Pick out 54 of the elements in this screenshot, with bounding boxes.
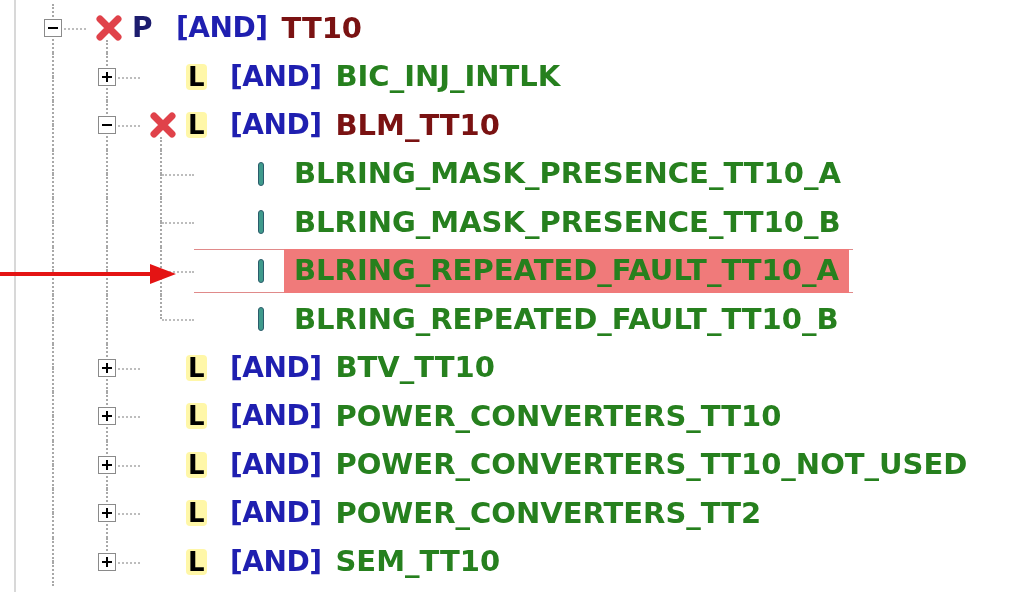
node-name: SEM_TT10 bbox=[334, 543, 502, 580]
tree-row[interactable]: L [AND] SEM_TT10 bbox=[140, 539, 515, 584]
operator-label: [AND] bbox=[230, 398, 322, 435]
operator-label: [AND] bbox=[230, 543, 322, 580]
leaf-bar-icon bbox=[258, 307, 264, 332]
cross-icon bbox=[149, 111, 177, 140]
node-name: BTV_TT10 bbox=[334, 349, 496, 386]
tree-row[interactable]: L [AND] POWER_CONVERTERS_TT10 bbox=[140, 394, 796, 439]
operator-label: [AND] bbox=[230, 58, 322, 95]
node-name: BIC_INJ_INTLK bbox=[334, 58, 562, 95]
node-name: TT10 bbox=[280, 9, 364, 47]
cross-icon bbox=[95, 14, 123, 43]
node-name: POWER_CONVERTERS_TT2 bbox=[334, 494, 763, 532]
type-letter: L bbox=[186, 548, 207, 575]
type-letter: L bbox=[186, 451, 207, 478]
node-name: BLRING_MASK_PRESENCE_TT10_B bbox=[293, 203, 842, 241]
operator-label: [AND] bbox=[230, 495, 322, 532]
type-letter: L bbox=[186, 63, 207, 90]
operator-label: [AND] bbox=[230, 349, 322, 386]
node-name: POWER_CONVERTERS_TT10 bbox=[334, 397, 783, 435]
node-name: BLRING_REPEATED_FAULT_TT10_A bbox=[284, 249, 849, 293]
tree-row[interactable]: L [AND] BLM_TT10 bbox=[140, 103, 514, 148]
type-letter: L bbox=[186, 354, 207, 381]
type-letter: L bbox=[186, 112, 207, 139]
pointer-arrow-icon bbox=[0, 262, 176, 286]
leaf-bar-icon bbox=[258, 161, 264, 186]
type-letter: L bbox=[186, 500, 207, 527]
tree-row[interactable]: L [AND] BIC_INJ_INTLK bbox=[140, 54, 575, 99]
tree-row[interactable]: BLRING_REPEATED_FAULT_TT10_B bbox=[194, 297, 853, 342]
expand-toggle[interactable] bbox=[98, 455, 116, 474]
node-name: BLM_TT10 bbox=[334, 106, 501, 144]
tree-row[interactable]: L [AND] POWER_CONVERTERS_TT2 bbox=[140, 491, 776, 536]
type-letter: P bbox=[132, 14, 153, 43]
collapse-toggle[interactable] bbox=[44, 19, 62, 38]
tree-row[interactable]: L [AND] BTV_TT10 bbox=[140, 345, 509, 390]
tree-row[interactable]: BLRING_MASK_PRESENCE_TT10_B bbox=[194, 200, 855, 245]
tree-row[interactable]: L [AND] POWER_CONVERTERS_TT10_NOT_USED bbox=[140, 442, 982, 487]
operator-label: [AND] bbox=[176, 10, 268, 47]
leaf-bar-icon bbox=[258, 210, 264, 235]
expand-toggle[interactable] bbox=[98, 552, 116, 571]
leaf-bar-icon bbox=[258, 258, 264, 283]
node-name: POWER_CONVERTERS_TT10_NOT_USED bbox=[334, 446, 969, 483]
expand-toggle[interactable] bbox=[98, 504, 116, 523]
node-name: BLRING_MASK_PRESENCE_TT10_A bbox=[293, 155, 842, 192]
tree-row[interactable]: P [AND] TT10 bbox=[86, 6, 377, 51]
operator-label: [AND] bbox=[230, 446, 322, 483]
type-letter: L bbox=[186, 403, 207, 430]
tree-row[interactable]: BLRING_MASK_PRESENCE_TT10_A bbox=[194, 151, 855, 196]
collapse-toggle[interactable] bbox=[98, 116, 116, 135]
expand-toggle[interactable] bbox=[98, 358, 116, 377]
expand-toggle[interactable] bbox=[98, 407, 116, 426]
operator-label: [AND] bbox=[230, 107, 322, 144]
expand-toggle[interactable] bbox=[98, 67, 116, 86]
node-name: BLRING_REPEATED_FAULT_TT10_B bbox=[293, 300, 840, 338]
